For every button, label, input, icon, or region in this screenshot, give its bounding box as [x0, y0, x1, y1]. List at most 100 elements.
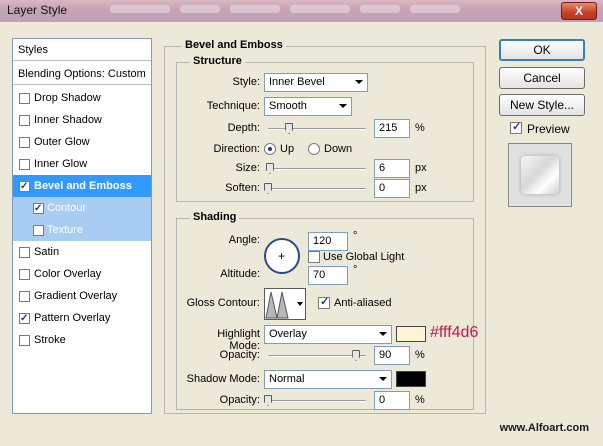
preview-swatch	[521, 156, 559, 194]
highlight-opacity-input[interactable]: 90	[374, 346, 410, 365]
size-slider[interactable]	[268, 168, 366, 170]
preview-label: Preview	[527, 122, 570, 136]
style-select[interactable]: Inner Bevel	[264, 73, 368, 92]
style-item-checkbox[interactable]	[19, 93, 30, 104]
title-bar-blur	[180, 5, 220, 13]
depth-input[interactable]: 215	[374, 119, 410, 138]
shadow-mode-label: Shadow Mode:	[186, 373, 260, 385]
highlight-mode-select[interactable]: Overlay	[264, 325, 392, 344]
anti-aliased-checkbox[interactable]	[318, 295, 330, 309]
altitude-unit: °	[353, 264, 358, 276]
close-icon: X	[574, 4, 583, 18]
direction-down-radio[interactable]	[308, 143, 320, 155]
style-item-label: Pattern Overlay	[34, 312, 111, 324]
direction-up-label: Up	[280, 143, 295, 155]
style-item-satin[interactable]: Satin	[13, 241, 151, 263]
style-item-checkbox[interactable]	[33, 225, 44, 236]
shadow-opacity-label: Opacity:	[219, 394, 260, 406]
angle-unit: °	[353, 230, 358, 242]
style-item-outer-glow[interactable]: Outer Glow	[13, 131, 151, 153]
shading-title: Shading	[190, 211, 240, 223]
styles-list: Styles Blending Options: Custom Drop Sha…	[12, 38, 152, 414]
shadow-opacity-input[interactable]: 0	[374, 391, 410, 410]
depth-slider[interactable]	[268, 128, 366, 130]
ok-button[interactable]: OK	[499, 39, 585, 61]
size-label: Size:	[235, 162, 260, 174]
highlight-color-swatch[interactable]	[396, 326, 426, 342]
chevron-down-icon	[297, 302, 303, 306]
style-item-checkbox[interactable]	[19, 247, 30, 258]
style-item-checkbox[interactable]	[33, 198, 44, 220]
altitude-input[interactable]: 70	[308, 266, 348, 285]
style-item-drop-shadow[interactable]: Drop Shadow	[13, 87, 151, 109]
soften-input[interactable]: 0	[374, 179, 410, 198]
use-global-light-checkbox[interactable]	[308, 251, 320, 263]
cancel-button[interactable]: Cancel	[499, 67, 585, 89]
style-item-contour[interactable]: Contour	[13, 197, 151, 220]
technique-select[interactable]: Smooth	[264, 97, 352, 116]
direction-up-radio[interactable]	[264, 143, 276, 155]
chevron-down-icon	[339, 104, 347, 108]
style-item-gradient-overlay[interactable]: Gradient Overlay	[13, 285, 151, 307]
style-label: Style:	[232, 76, 260, 88]
shadow-color-swatch[interactable]	[396, 371, 426, 387]
window-title: Layer Style	[7, 3, 68, 17]
style-item-color-overlay[interactable]: Color Overlay	[13, 263, 151, 285]
direction-down-label: Down	[324, 143, 353, 155]
styles-header[interactable]: Styles	[13, 39, 151, 61]
style-item-pattern-overlay[interactable]: Pattern Overlay	[13, 307, 151, 330]
style-item-texture[interactable]: Texture	[13, 219, 151, 241]
title-bar-blur	[230, 5, 280, 13]
style-item-checkbox[interactable]	[19, 335, 30, 346]
style-preview	[508, 143, 572, 207]
highlight-opacity-slider[interactable]	[268, 355, 366, 357]
angle-input[interactable]: 120	[308, 232, 348, 251]
chevron-down-icon	[379, 377, 387, 381]
structure-title: Structure	[190, 55, 245, 67]
chevron-down-icon	[355, 80, 363, 84]
bevel-emboss-title: Bevel and Emboss	[182, 39, 286, 51]
gloss-contour-label: Gloss Contour:	[186, 297, 260, 309]
soften-slider[interactable]	[268, 188, 366, 190]
preview-checkbox[interactable]	[510, 120, 522, 134]
style-item-checkbox[interactable]	[19, 291, 30, 302]
size-unit: px	[415, 162, 427, 174]
style-item-bevel-and-emboss[interactable]: Bevel and Emboss	[13, 175, 151, 198]
close-button[interactable]: X	[561, 2, 597, 20]
style-item-label: Color Overlay	[34, 268, 102, 280]
angle-dial[interactable]: +	[264, 238, 300, 274]
style-item-inner-glow[interactable]: Inner Glow	[13, 153, 151, 175]
anti-aliased-label: Anti-aliased	[334, 297, 392, 309]
title-bar-blur	[360, 5, 400, 13]
shadow-opacity-slider[interactable]	[268, 400, 366, 402]
new-style-button[interactable]: New Style...	[499, 94, 585, 116]
chevron-down-icon	[379, 332, 387, 336]
title-bar-blur	[290, 5, 350, 13]
style-item-label: Inner Glow	[34, 158, 88, 170]
title-bar-blur	[410, 5, 460, 13]
shadow-opacity-unit: %	[415, 394, 425, 406]
style-item-inner-shadow[interactable]: Inner Shadow	[13, 109, 151, 131]
style-item-checkbox[interactable]	[19, 176, 30, 198]
style-item-label: Texture	[47, 224, 84, 236]
gloss-contour-picker[interactable]	[264, 288, 306, 320]
blending-options[interactable]: Blending Options: Custom	[13, 63, 151, 85]
size-input[interactable]: 6	[374, 159, 410, 178]
style-item-checkbox[interactable]	[19, 137, 30, 148]
highlight-hex-annotation: #fff4d6	[430, 324, 479, 341]
depth-unit: %	[415, 122, 425, 134]
shadow-mode-select[interactable]: Normal	[264, 370, 392, 389]
contour-curve-icon	[265, 291, 289, 319]
style-item-checkbox[interactable]	[19, 308, 30, 330]
style-item-label: Drop Shadow	[34, 92, 101, 104]
style-item-checkbox[interactable]	[19, 269, 30, 280]
angle-label: Angle:	[228, 234, 260, 246]
style-item-checkbox[interactable]	[19, 159, 30, 170]
style-item-stroke[interactable]: Stroke	[13, 329, 151, 351]
style-item-checkbox[interactable]	[19, 115, 30, 126]
soften-label: Soften:	[225, 182, 260, 194]
soften-unit: px	[415, 182, 427, 194]
style-item-label: Contour	[47, 202, 87, 214]
style-item-label: Inner Shadow	[34, 114, 102, 126]
style-item-label: Bevel and Emboss	[34, 180, 132, 192]
